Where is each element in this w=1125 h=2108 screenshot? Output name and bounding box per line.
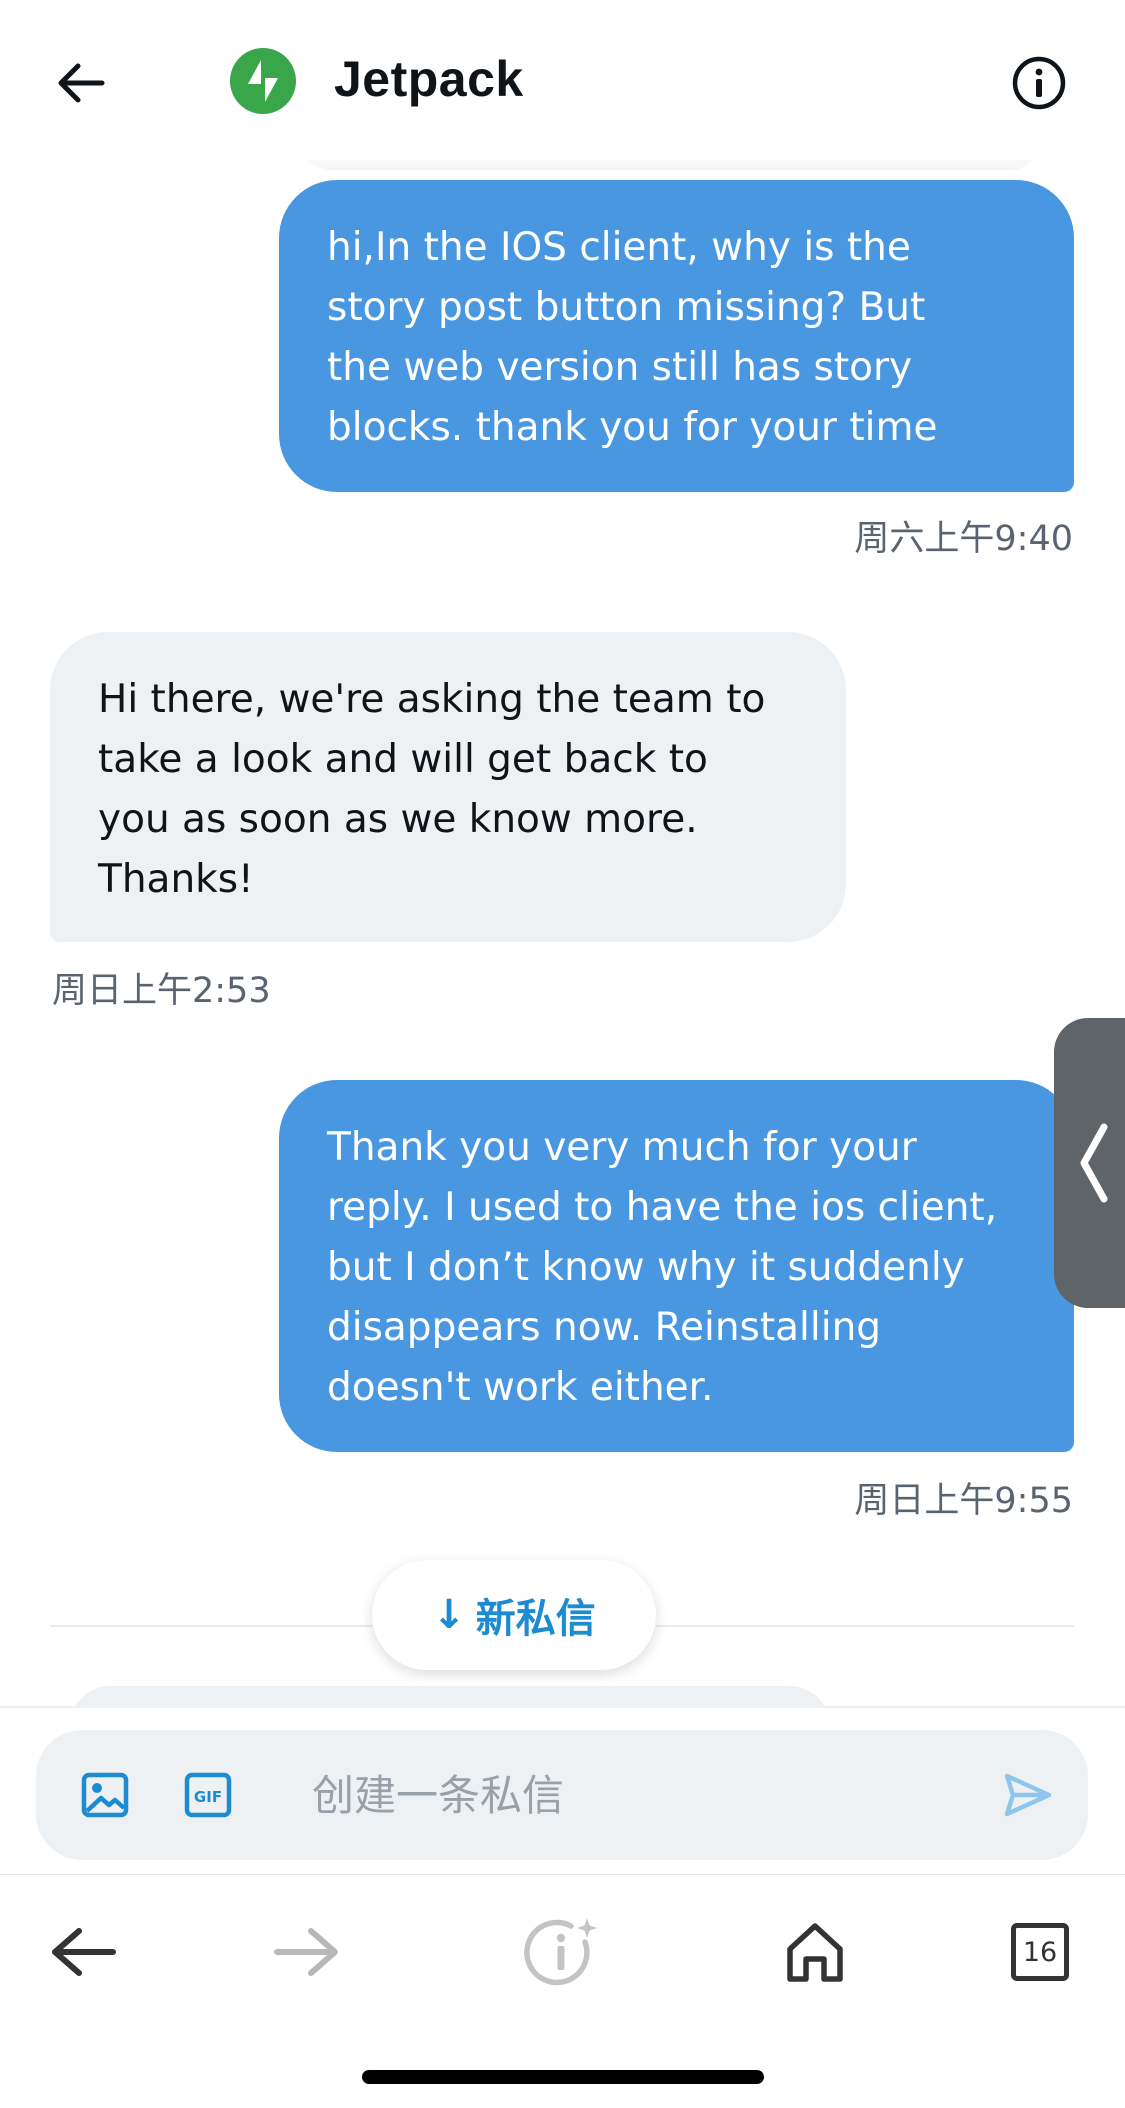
add-image-button[interactable] bbox=[70, 1760, 140, 1830]
message-line: story post button missing? But bbox=[327, 285, 926, 330]
avatar[interactable] bbox=[230, 48, 296, 114]
new-messages-divider bbox=[656, 1625, 1074, 1627]
arrow-left-icon bbox=[52, 1928, 116, 1976]
browser-forward-button[interactable] bbox=[262, 1907, 352, 1997]
outgoing-message-bubble[interactable]: Thank you very much for your reply. I us… bbox=[279, 1080, 1074, 1452]
new-messages-button[interactable]: ↓ 新私信 bbox=[372, 1560, 656, 1670]
message-composer: GIF bbox=[36, 1730, 1088, 1860]
message-input[interactable] bbox=[312, 1760, 962, 1830]
browser-back-button[interactable] bbox=[38, 1907, 128, 1997]
outgoing-message-bubble[interactable]: hi,In the IOS client, why is the story p… bbox=[279, 180, 1074, 492]
conversation-info-button[interactable] bbox=[1006, 50, 1072, 116]
message-line: disappears now. Reinstalling bbox=[327, 1305, 882, 1350]
new-messages-label: 新私信 bbox=[475, 1596, 596, 1642]
info-sparkle-icon bbox=[524, 1918, 597, 1986]
incoming-message-bubble[interactable]: Hi there, we're asking the team to take … bbox=[50, 632, 846, 942]
home-indicator[interactable] bbox=[362, 2070, 764, 2084]
message-line: the web version still has story bbox=[327, 345, 913, 390]
page-info-button[interactable] bbox=[518, 1907, 608, 1997]
jetpack-bolt-icon bbox=[232, 50, 294, 112]
message-line: Hi there, we're asking the team to bbox=[98, 677, 766, 722]
chevron-left-icon bbox=[1080, 1123, 1108, 1203]
conversation-header: Jetpack bbox=[0, 0, 1125, 160]
message-timestamp: 周日上午2:53 bbox=[52, 971, 271, 1011]
message-line: Thanks! bbox=[98, 857, 254, 902]
send-icon bbox=[1004, 1773, 1052, 1817]
arrow-down-icon: ↓ bbox=[432, 1592, 466, 1638]
message-line: blocks. thank you for your time bbox=[327, 405, 938, 450]
home-icon bbox=[787, 1923, 843, 1982]
info-circle-icon bbox=[1012, 56, 1066, 110]
message-line: but I don’t know why it suddenly bbox=[327, 1245, 965, 1290]
conversation-title[interactable]: Jetpack bbox=[334, 50, 524, 108]
message-line: take a look and will get back to bbox=[98, 737, 708, 782]
home-button[interactable] bbox=[770, 1907, 860, 1997]
tabs-button[interactable]: 16 bbox=[995, 1907, 1085, 1997]
message-line: hi,In the IOS client, why is the bbox=[327, 225, 911, 270]
message-line: doesn't work either. bbox=[327, 1365, 714, 1410]
add-gif-button[interactable]: GIF bbox=[173, 1760, 243, 1830]
arrow-left-icon bbox=[58, 63, 105, 103]
message-timestamp: 周六上午9:40 bbox=[854, 519, 1073, 559]
arrow-right-icon bbox=[274, 1928, 338, 1976]
tabs-count: 16 bbox=[1011, 1923, 1069, 1981]
back-button[interactable] bbox=[48, 50, 114, 116]
message-line: you as soon as we know more. bbox=[98, 797, 698, 842]
image-icon bbox=[81, 1772, 129, 1818]
message-timestamp: 周日上午9:55 bbox=[854, 1481, 1073, 1521]
gif-icon: GIF bbox=[184, 1772, 232, 1818]
new-messages-divider bbox=[50, 1625, 372, 1627]
message-line: reply. I used to have the ios client, bbox=[327, 1185, 998, 1230]
message-line: Thank you very much for your bbox=[327, 1125, 917, 1170]
side-drawer-handle[interactable] bbox=[1054, 1018, 1125, 1308]
send-button[interactable] bbox=[993, 1760, 1063, 1830]
gif-label: GIF bbox=[194, 1788, 222, 1806]
